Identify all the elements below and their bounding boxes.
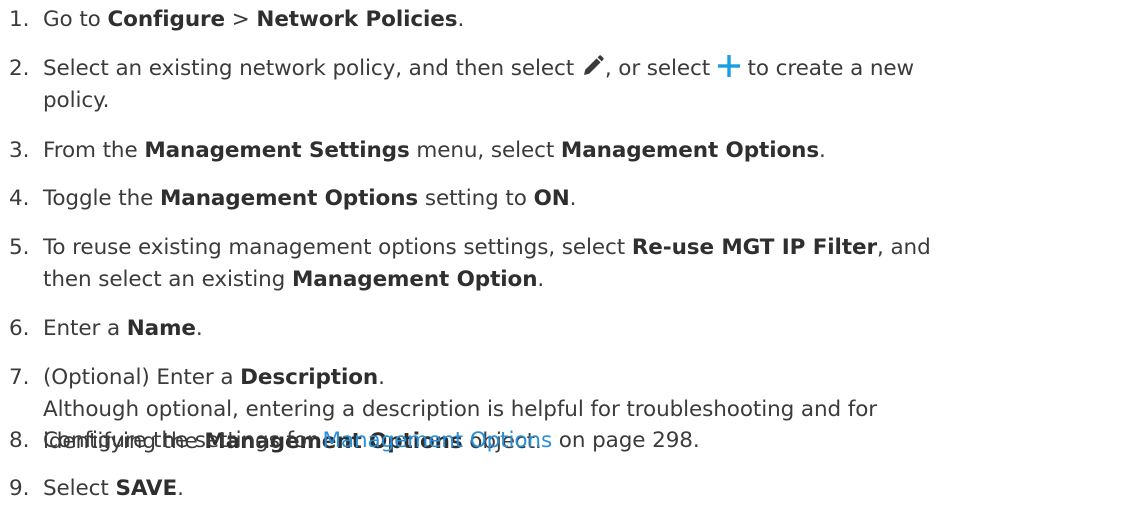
instruction-steps: 1. Go to Configure > Network Policies. 2… (0, 0, 1137, 504)
ui-term-name: Name (126, 316, 196, 341)
step-text-part: . (457, 7, 465, 32)
step-text-part: to create a new (740, 56, 915, 81)
ui-term-management-option: Management Option (291, 267, 538, 292)
step-text-part: Go to (43, 7, 108, 32)
ui-term-on: ON (533, 186, 570, 211)
ui-term-save: SAVE (115, 476, 178, 501)
step-text-part: To reuse existing management options set… (43, 235, 632, 260)
step-number: 2. (9, 56, 30, 81)
step-text: To reuse existing management options set… (43, 232, 1133, 296)
step-number: 9. (9, 476, 30, 501)
ui-term-management-options: Management Options (560, 138, 820, 163)
step-text-part: > (225, 7, 257, 32)
ui-term-management-options: Management Options (159, 186, 419, 211)
step-text: Toggle the Management Options setting to… (43, 183, 1133, 215)
plus-icon (717, 55, 740, 77)
step-text-part: . (569, 186, 577, 211)
step-text-part: Enter a (43, 316, 127, 341)
step-text-part: Select (43, 476, 116, 501)
step-number: 5. (9, 235, 30, 260)
step-text-part: . (537, 267, 545, 292)
step-text: Select an existing network policy, and t… (43, 53, 1133, 117)
step-text: Enter a Name. (43, 313, 1133, 345)
ui-term-configure: Configure (107, 7, 226, 32)
management-options-link[interactable]: Management Options (322, 428, 552, 453)
step-text-part: , and (877, 235, 931, 260)
step-text-part: policy. (43, 88, 110, 113)
step-text-part: (Optional) Enter a (43, 365, 241, 390)
step-text: Select SAVE. (43, 473, 1133, 505)
step-text-part: setting to (418, 186, 534, 211)
step-number: 7. (9, 365, 30, 390)
step-text-part: . (819, 138, 826, 163)
step-text-part: Select an existing network policy, and t… (43, 56, 581, 81)
step-text-part: on page 298. (552, 428, 700, 453)
ui-term-re-use-mgt-ip-filter: Re-use MGT IP Filter (631, 235, 877, 260)
step-text-part: , or select (604, 56, 717, 81)
step-text: From the Management Settings menu, selec… (43, 135, 1133, 167)
step-text-part: . (177, 476, 184, 501)
step-number: 6. (9, 316, 30, 341)
ui-term-description: Description (240, 365, 379, 390)
step-text: Configure the settings for Management Op… (43, 425, 1133, 457)
step-text-part: then select an existing (43, 267, 292, 292)
step-number: 4. (9, 186, 30, 211)
step-text-part: menu, select (409, 138, 561, 163)
pencil-icon (583, 55, 604, 75)
step-text-part: Configure the settings for (43, 428, 323, 453)
step-note: Although optional, entering a descriptio… (43, 397, 878, 422)
step-text-part: . (195, 316, 203, 341)
step-text: Go to Configure > Network Policies. (43, 4, 1133, 36)
step-number: 8. (9, 428, 30, 453)
ui-term-network-policies: Network Policies (256, 7, 458, 32)
step-text-part: . (378, 365, 385, 390)
ui-term-management-settings: Management Settings (144, 138, 410, 163)
step-number: 1. (9, 7, 30, 32)
step-number: 3. (9, 138, 30, 163)
step-text-part: From the (43, 138, 145, 163)
step-text-part: Toggle the (43, 186, 160, 211)
